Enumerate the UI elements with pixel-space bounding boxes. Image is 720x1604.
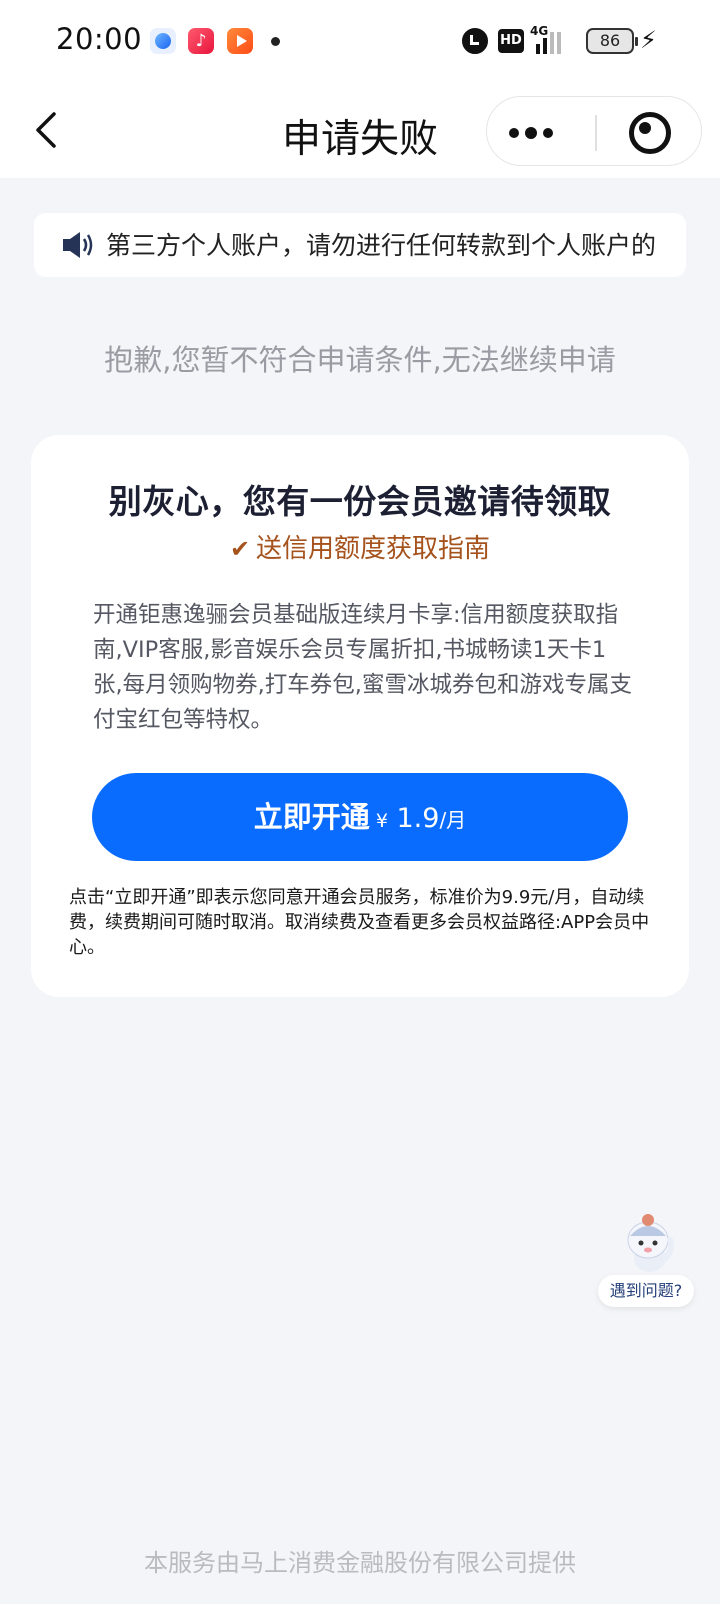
cta-currency: ¥ bbox=[375, 810, 388, 832]
music-app-icon: ♪ bbox=[188, 28, 214, 54]
miniapp-capsule bbox=[486, 96, 702, 166]
cta-label: 立即开通 bbox=[253, 800, 370, 834]
offer-gift-text: 送信用额度获取指南 bbox=[256, 534, 491, 564]
browser-app-icon bbox=[150, 28, 176, 54]
offer-description: 开通钜惠逸骊会员基础版连续月卡享:信用额度获取指南,VIP客服,影音娱乐会员专属… bbox=[93, 602, 632, 733]
close-miniapp-icon[interactable] bbox=[595, 97, 703, 167]
charging-icon: ⚡ bbox=[640, 26, 657, 54]
status-time: 20:00 bbox=[56, 22, 143, 56]
signal-icon: 4G bbox=[530, 24, 570, 56]
notice-text: 第三方个人账户，请勿进行任何转款到个人账户的 bbox=[106, 231, 657, 260]
screen: 20:00 ♪ HD 4G 86 ⚡ 申请失败 第三方个人账户，请勿进行任何转款… bbox=[0, 0, 720, 1604]
cta-price: 1.9 bbox=[387, 803, 440, 834]
agreement-text: 点击“立即开通”即表示您同意开通会员服务，标准价为9.9元/月，自动续费，续费期… bbox=[69, 887, 650, 958]
more-menu-icon[interactable] bbox=[487, 97, 595, 167]
notice-bar: 第三方个人账户，请勿进行任何转款到个人账户的 bbox=[34, 213, 686, 277]
speaker-icon bbox=[62, 230, 96, 260]
offer-title: 别灰心，您有一份会员邀请待领取 bbox=[108, 482, 612, 521]
fail-message: 抱歉,您暂不符合申请条件,无法继续申请 bbox=[104, 343, 616, 377]
help-label: 遇到问题? bbox=[598, 1275, 694, 1307]
hd-icon: HD bbox=[498, 29, 524, 53]
cta-unit: /月 bbox=[439, 808, 467, 832]
help-float-button[interactable]: 遇到问题? bbox=[598, 1210, 698, 1310]
status-bar: 20:00 ♪ HD 4G 86 ⚡ bbox=[0, 0, 720, 82]
activate-now-button[interactable]: 立即开通 ¥ 1.9/月 bbox=[92, 773, 628, 861]
membership-offer-card: 别灰心，您有一份会员邀请待领取 ✔ 送信用额度获取指南 开通钜惠逸骊会员基础版连续… bbox=[31, 435, 689, 997]
battery-icon: 86 bbox=[586, 28, 638, 54]
video-app-icon bbox=[227, 28, 253, 54]
network-type: 4G bbox=[530, 24, 549, 38]
mascot-icon bbox=[620, 1214, 678, 1276]
offer-gift: ✔ 送信用额度获取指南 bbox=[31, 528, 689, 565]
more-notifications-icon bbox=[271, 37, 280, 46]
footer-provider-text: 本服务由马上消费金融股份有限公司提供 bbox=[144, 1549, 576, 1577]
check-icon: ✔ bbox=[229, 535, 251, 563]
nav-bar: 申请失败 bbox=[0, 82, 720, 178]
alarm-icon bbox=[462, 28, 488, 54]
